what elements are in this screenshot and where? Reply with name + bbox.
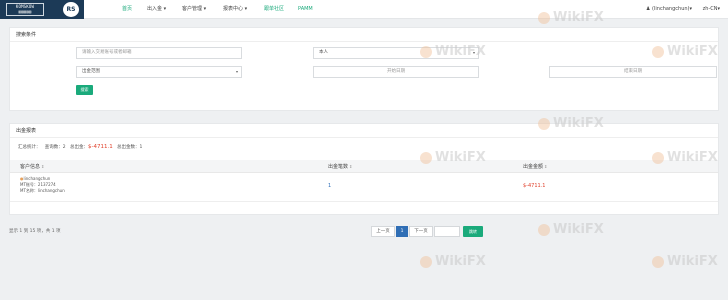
total-count-label: 总出金数： bbox=[117, 145, 140, 150]
search-button[interactable]: 搜索 bbox=[76, 85, 93, 95]
mt-name-label: MT名称： bbox=[20, 188, 38, 193]
user-name: (linchangchun) bbox=[652, 6, 690, 12]
company-logo: KOMSKOW ▥▥▥▥▥ bbox=[6, 3, 44, 16]
nav-home[interactable]: 首页 bbox=[122, 0, 132, 19]
pagination-summary: 显示 1 到 15 项，共 1 项 bbox=[9, 229, 61, 234]
watermark: WikiFX bbox=[652, 254, 718, 269]
column-header-customer[interactable]: 客户信息⇕ bbox=[20, 160, 44, 174]
mt-name-value: linchangchun bbox=[37, 188, 65, 193]
page-1-button[interactable]: 1 bbox=[396, 226, 408, 237]
start-date-input[interactable]: 开始日期 bbox=[313, 66, 479, 78]
watermark-text: WikiFX bbox=[435, 254, 486, 269]
end-date-input[interactable]: 结束日期 bbox=[549, 66, 717, 78]
nav-label: 客户管理 bbox=[182, 6, 203, 12]
search-panel-title: 搜索条件 bbox=[10, 28, 718, 42]
nav-label: 报表中心 bbox=[223, 6, 244, 12]
mt-account-label: MT账号： bbox=[20, 182, 38, 187]
watermark: WikiFX bbox=[420, 254, 486, 269]
total-count-value: 1 bbox=[139, 145, 143, 150]
chevron-down-icon: ▾ bbox=[472, 50, 475, 55]
chevron-down-icon: ▾ bbox=[235, 69, 238, 74]
user-icon: ♟ bbox=[645, 6, 651, 12]
caret-down-icon: ▾ bbox=[203, 6, 207, 12]
sort-icon: ⇕ bbox=[349, 164, 353, 169]
mt-name-line: MT名称：linchangchun bbox=[20, 188, 65, 194]
count-label: 查询数： bbox=[44, 145, 63, 150]
total-label: 总出金： bbox=[69, 145, 88, 150]
caret-down-icon: ▾ bbox=[717, 6, 720, 12]
sort-icon: ⇕ bbox=[544, 164, 548, 169]
watermark-text: WikiFX bbox=[667, 254, 718, 269]
next-page-button[interactable]: 下一页 bbox=[409, 226, 433, 237]
nav-report-center[interactable]: 报表中心 ▾ bbox=[223, 0, 247, 19]
stats-label: 汇总统计： bbox=[18, 145, 41, 150]
customer-name: linchangchun bbox=[23, 176, 51, 181]
report-panel: 出金报表 汇总统计： 查询数：2 总出金：$-4711.1 总出金数：1 客户信… bbox=[9, 123, 719, 215]
sort-icon: ⇕ bbox=[41, 164, 45, 169]
nav-copy-trading[interactable]: 跟单社区 bbox=[264, 0, 284, 19]
mt-account-value: 2137274 bbox=[37, 182, 56, 187]
column-label: 客户信息 bbox=[20, 164, 41, 170]
scope-select[interactable]: 本人 ▾ bbox=[313, 47, 479, 59]
table-header: 客户信息⇕ 出金笔数⇕ 出金金额⇕ bbox=[10, 160, 718, 173]
rs-logo: RS bbox=[63, 2, 79, 17]
caret-down-icon: ▾ bbox=[689, 6, 692, 12]
nav-deposit-withdraw[interactable]: 出入金 ▾ bbox=[147, 0, 166, 19]
total-value: $-4711.1 bbox=[87, 144, 113, 150]
watermark-logo-icon bbox=[652, 255, 664, 268]
count-value: 2 bbox=[62, 145, 66, 150]
caret-down-icon: ▾ bbox=[244, 6, 248, 12]
account-search-input[interactable]: 请输入交易账号或者邮箱 bbox=[76, 47, 242, 59]
watermark: WikiFX bbox=[538, 222, 604, 237]
caret-down-icon: ▾ bbox=[163, 6, 167, 12]
table-row[interactable]: ●linchangchun MT账号：2137274 MT名称：linchang… bbox=[10, 174, 718, 202]
logo-area[interactable]: KOMSKOW ▥▥▥▥▥ RS bbox=[0, 0, 84, 19]
jump-button[interactable]: 跳转 bbox=[463, 226, 483, 237]
withdraw-range-value: 出金范围 bbox=[82, 69, 100, 74]
top-navbar: KOMSKOW ▥▥▥▥▥ RS 首页 出入金 ▾ 客户管理 ▾ 报表中心 ▾ … bbox=[0, 0, 728, 19]
language-label: zh-CN bbox=[702, 6, 718, 12]
column-label: 出金金额 bbox=[523, 164, 544, 170]
column-header-count[interactable]: 出金笔数⇕ bbox=[328, 160, 352, 174]
watermark-logo-icon bbox=[538, 223, 550, 236]
report-panel-title: 出金报表 bbox=[10, 124, 718, 138]
language-selector[interactable]: zh-CN▾ bbox=[703, 0, 720, 19]
column-header-amount[interactable]: 出金金额⇕ bbox=[523, 160, 547, 174]
withdraw-amount: $-4711.1 bbox=[523, 183, 546, 189]
scope-select-value: 本人 bbox=[319, 50, 328, 55]
page-jump-input[interactable] bbox=[434, 226, 460, 237]
nav-customer-management[interactable]: 客户管理 ▾ bbox=[182, 0, 206, 19]
search-panel: 搜索条件 请输入交易账号或者邮箱 本人 ▾ 出金范围 ▾ 开始日期 结束日期 搜… bbox=[9, 27, 719, 111]
column-label: 出金笔数 bbox=[328, 164, 349, 170]
watermark-text: WikiFX bbox=[553, 222, 604, 237]
prev-page-button[interactable]: 上一页 bbox=[371, 226, 395, 237]
logo-emblem: ▥▥▥▥▥ bbox=[18, 9, 32, 14]
watermark-logo-icon bbox=[420, 255, 432, 268]
nav-pamm[interactable]: PAMM bbox=[298, 0, 313, 19]
withdraw-range-select[interactable]: 出金范围 ▾ bbox=[76, 66, 242, 78]
withdraw-count: 1 bbox=[328, 183, 332, 189]
summary-stats: 汇总统计： 查询数：2 总出金：$-4711.1 总出金数：1 bbox=[18, 144, 142, 150]
user-menu[interactable]: ♟ (linchangchun)▾ bbox=[646, 0, 692, 19]
nav-label: 出入金 bbox=[147, 6, 163, 12]
customer-info: ●linchangchun MT账号：2137274 MT名称：linchang… bbox=[20, 176, 65, 194]
